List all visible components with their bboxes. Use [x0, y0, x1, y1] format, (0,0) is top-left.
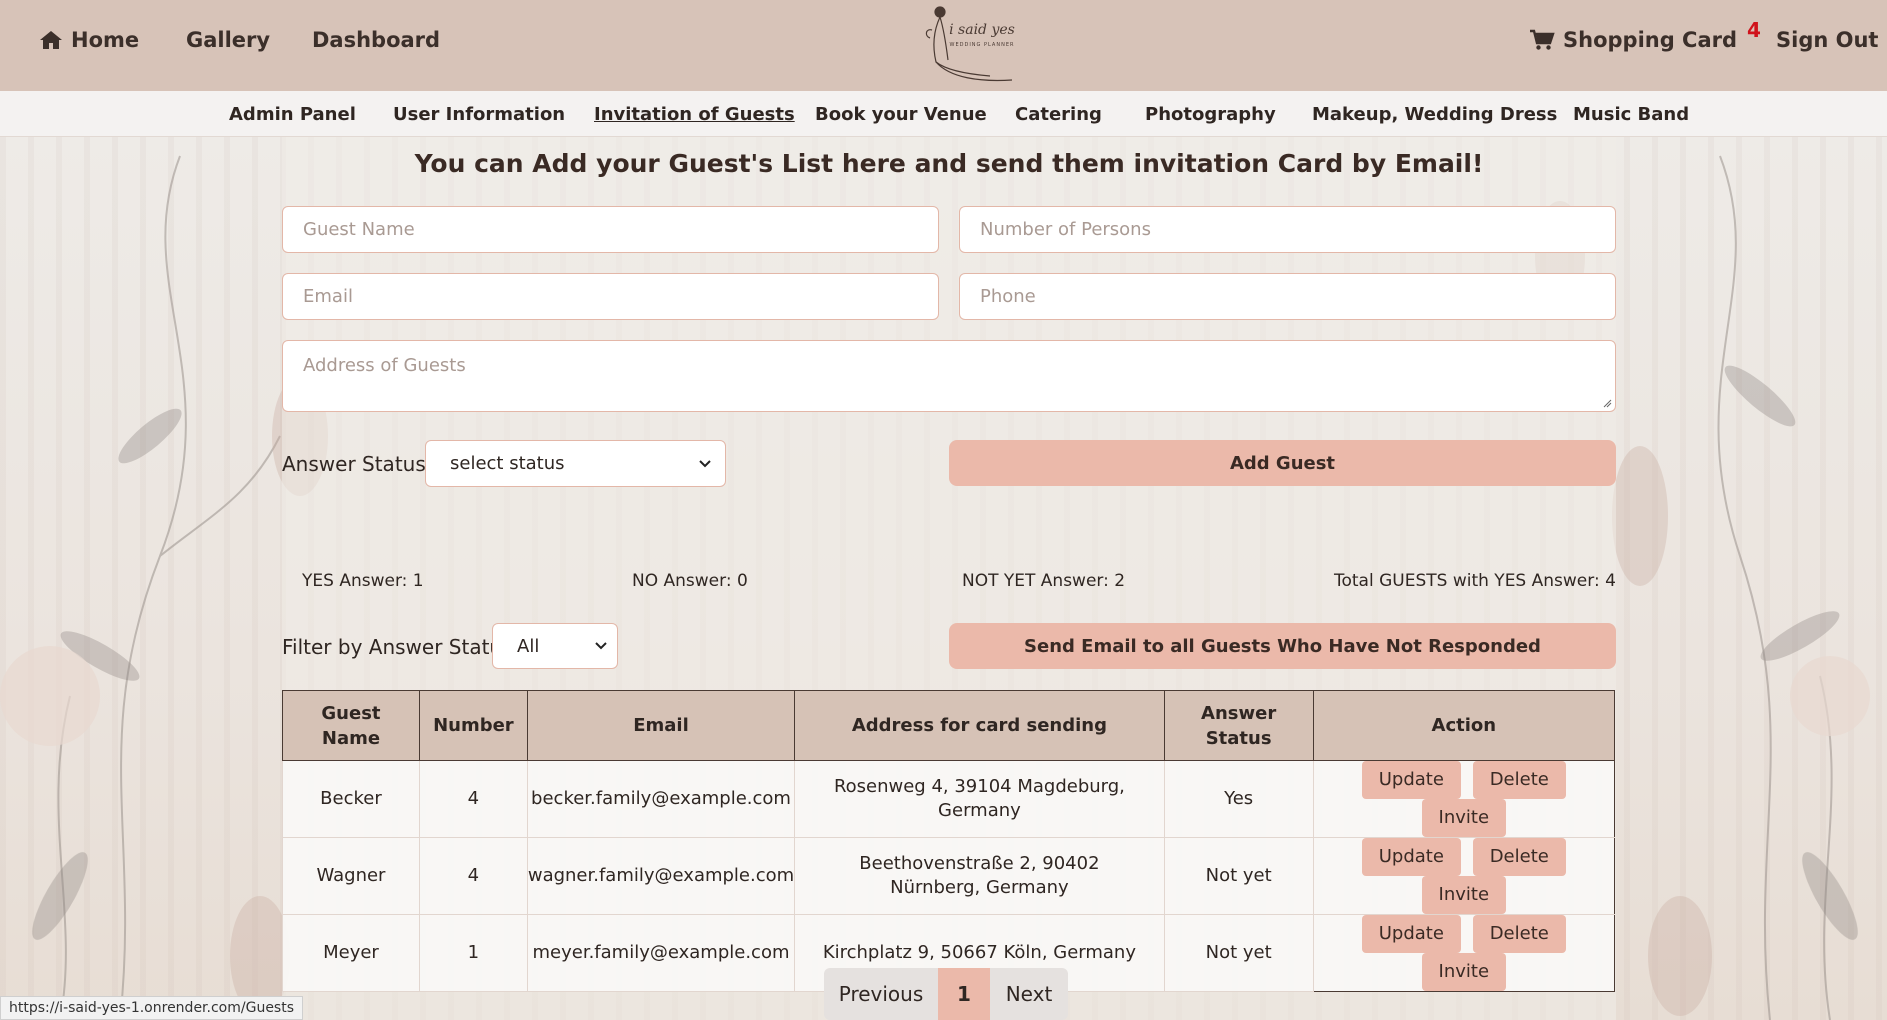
cart-count-badge: 4 [1747, 18, 1761, 42]
delete-button[interactable]: Delete [1472, 838, 1566, 876]
nav-home[interactable]: Home [39, 28, 139, 52]
guest-email-cell: meyer.family@example.com [526, 914, 796, 992]
subnav-music-band[interactable]: Music Band [1573, 104, 1689, 125]
update-button[interactable]: Update [1361, 761, 1461, 799]
guest-status-cell: Not yet [1163, 914, 1314, 992]
filter-status-select[interactable]: All [492, 623, 618, 669]
col-address[interactable]: Address for card sending [794, 690, 1165, 761]
col-action: Action [1312, 690, 1616, 761]
col-guest-name[interactable]: Guest Name [282, 690, 420, 761]
guest-status-cell: Yes [1163, 760, 1314, 838]
update-button[interactable]: Update [1361, 915, 1461, 953]
address-textarea[interactable]: Address of Guests [282, 340, 1616, 412]
nav-sign-out[interactable]: Sign Out [1776, 28, 1878, 52]
chevron-down-icon [595, 642, 607, 650]
nav-gallery[interactable]: Gallery [186, 28, 270, 52]
pagination: Previous 1 Next [824, 968, 1068, 1020]
guest-name-input[interactable]: Guest Name [282, 206, 939, 253]
delete-button[interactable]: Delete [1472, 915, 1566, 953]
answer-status-value: select status [450, 453, 565, 474]
invite-button[interactable]: Invite [1421, 953, 1507, 991]
total-yes-guests: Total GUESTS with YES Answer: 4 [1334, 571, 1616, 591]
no-answer-count: NO Answer: 0 [632, 571, 748, 591]
guest-address-cell: Rosenweg 4, 39104 Magdeburg, Germany [794, 760, 1165, 838]
filter-label: Filter by Answer Status: [282, 635, 520, 659]
number-of-persons-input[interactable]: Number of Persons [959, 206, 1616, 253]
filter-status-value: All [517, 635, 540, 657]
table-header-row: Guest Name Number Email Address for card… [282, 690, 1616, 761]
subnav-book-venue[interactable]: Book your Venue [815, 104, 987, 125]
table-row: Becker 4 becker.family@example.com Rosen… [282, 760, 1616, 838]
guest-name-cell: Meyer [282, 914, 420, 992]
home-icon [40, 31, 62, 49]
previous-page-button[interactable]: Previous [824, 968, 938, 1020]
delete-button[interactable]: Delete [1472, 761, 1566, 799]
yes-answer-count: YES Answer: 1 [302, 571, 424, 591]
guest-actions-cell: Update Delete Invite [1312, 914, 1616, 992]
page-1-button[interactable]: 1 [938, 968, 990, 1020]
chevron-down-icon [699, 459, 711, 467]
nav-dashboard-label: Dashboard [312, 28, 441, 52]
nav-home-label: Home [71, 28, 140, 52]
email-input[interactable]: Email [282, 273, 939, 320]
guest-table: Guest Name Number Email Address for card… [282, 690, 1616, 992]
nav-cart-label: Shopping Card [1563, 28, 1738, 52]
subnav-invitation-of-guests[interactable]: Invitation of Guests [594, 104, 795, 125]
update-button[interactable]: Update [1361, 838, 1461, 876]
guest-name-cell: Becker [282, 760, 420, 838]
subnav-photography[interactable]: Photography [1145, 104, 1276, 125]
guest-address-cell: Beethovenstraße 2, 90402 Nürnberg, Germa… [794, 837, 1165, 915]
svg-text:i said yes: i said yes [949, 22, 1015, 38]
subnav-catering[interactable]: Catering [1015, 104, 1102, 125]
nav-gallery-label: Gallery [186, 28, 271, 52]
top-navbar: Home Gallery Dashboard i said yes WEDDIN… [0, 0, 1887, 91]
not-yet-answer-count: NOT YET Answer: 2 [962, 571, 1126, 591]
subnav-makeup-wedding-dress[interactable]: Makeup, Wedding Dress [1312, 104, 1557, 125]
page-title: You can Add your Guest's List here and s… [414, 149, 1484, 178]
guest-number-cell: 4 [418, 837, 528, 915]
next-page-button[interactable]: Next [990, 968, 1068, 1020]
guest-status-cell: Not yet [1163, 837, 1314, 915]
subnav-admin-panel[interactable]: Admin Panel [229, 104, 356, 125]
browser-status-url: https://i-said-yes-1.onrender.com/Guests [0, 996, 304, 1020]
guest-name-cell: Wagner [282, 837, 420, 915]
guest-number-cell: 1 [418, 914, 528, 992]
nav-signout-label: Sign Out [1776, 28, 1879, 52]
nav-shopping-cart[interactable]: Shopping Card 4 [1529, 18, 1761, 52]
invite-button[interactable]: Invite [1421, 876, 1507, 914]
guest-email-cell: wagner.family@example.com [526, 837, 796, 915]
guest-email-cell: becker.family@example.com [526, 760, 796, 838]
invite-button[interactable]: Invite [1421, 799, 1507, 837]
table-row: Wagner 4 wagner.family@example.com Beeth… [282, 837, 1616, 915]
shopping-cart-icon [1530, 29, 1555, 50]
answer-status-select[interactable]: select status [425, 440, 726, 487]
guest-actions-cell: Update Delete Invite [1312, 760, 1616, 838]
col-number[interactable]: Number [418, 690, 528, 761]
nav-dashboard[interactable]: Dashboard [312, 28, 440, 52]
guest-number-cell: 4 [418, 760, 528, 838]
send-reminder-email-button[interactable]: Send Email to all Guests Who Have Not Re… [949, 623, 1616, 669]
svg-text:WEDDING PLANNER: WEDDING PLANNER [950, 42, 1015, 48]
answer-status-label: Answer Status: [282, 452, 433, 476]
guest-actions-cell: Update Delete Invite [1312, 837, 1616, 915]
resize-handle-icon[interactable] [1602, 398, 1612, 408]
address-placeholder: Address of Guests [303, 355, 466, 376]
admin-subnav: Admin Panel User Information Invitation … [0, 91, 1887, 137]
col-email[interactable]: Email [526, 690, 796, 761]
add-guest-button[interactable]: Add Guest [949, 440, 1616, 486]
subnav-user-information[interactable]: User Information [393, 104, 565, 125]
col-answer-status[interactable]: Answer Status [1163, 690, 1314, 761]
phone-input[interactable]: Phone [959, 273, 1616, 320]
i-said-yes-logo[interactable]: i said yes WEDDING PLANNER [920, 0, 1020, 88]
